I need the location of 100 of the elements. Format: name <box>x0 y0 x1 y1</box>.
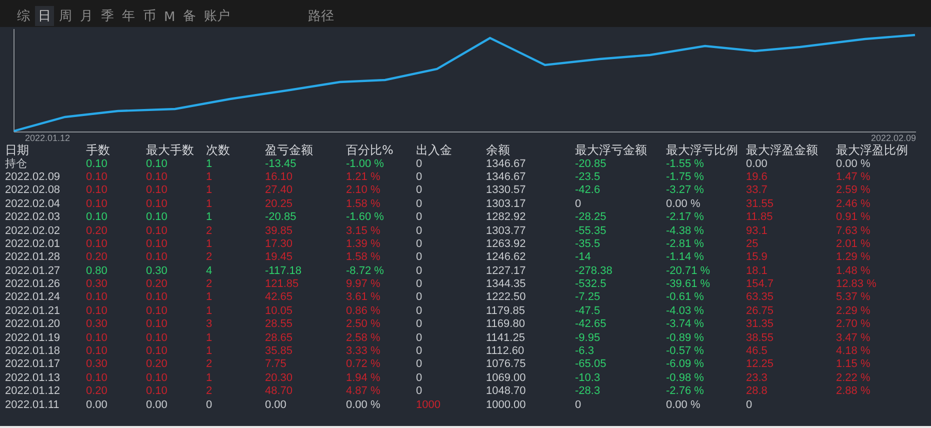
table-cell-text: -42.65 <box>575 318 608 332</box>
table-cell-text: 0 <box>416 211 424 224</box>
table-cell-text: 1330.57 <box>486 184 527 198</box>
table-cell-text: 0.10 <box>146 291 168 304</box>
table-cell-text: 15.9 <box>746 251 768 264</box>
table-cell-text: 17.30 <box>265 238 294 251</box>
table-cell-text: 1.29 % <box>836 251 872 264</box>
table-cell-text: 0.10 <box>86 238 108 251</box>
table-cell-text: 3.33 % <box>346 345 382 358</box>
table-cell-text: -20.85 <box>575 158 608 171</box>
table-cell-text: 0 <box>416 345 424 358</box>
table-cell-text: 1112.60 <box>486 345 526 358</box>
table-cell-text: 1 <box>206 158 214 171</box>
table-cell-text: 0 <box>416 291 424 304</box>
table-cell-text: 0.20 <box>86 251 108 264</box>
table-cell-text: -42.6 <box>575 184 602 198</box>
table-cell-text: 38.55 <box>746 332 775 345</box>
table-cell-text: -0.89 % <box>666 332 705 345</box>
table-cell-text: 1 <box>206 291 214 304</box>
table-cell-text: 1 <box>206 332 214 345</box>
table-cell-text: -117.18 <box>265 264 302 278</box>
table-cell-text: 2022.01.28 <box>5 251 62 264</box>
axis-label: 2022.02.09 <box>870 133 916 143</box>
table-cell-text: 39.85 <box>265 224 294 238</box>
table-cell-text: 2022.02.03 <box>5 211 62 224</box>
column-header: 最大浮亏金额 <box>575 144 648 158</box>
table-cell-text: -55.35 <box>575 224 608 238</box>
table-cell-text: 1344.35 <box>486 278 527 292</box>
period-tab[interactable]: 账户 <box>201 6 234 26</box>
table-cell-text: 7.75 <box>265 358 288 372</box>
period-tab[interactable]: 备 <box>180 6 200 26</box>
column-header: 最大浮盈金额 <box>746 144 819 158</box>
table-cell-text: 2022.01.13 <box>5 372 62 385</box>
table-cell-text: 1141.25 <box>486 332 526 345</box>
table-cell-text: 2022.01.11 <box>5 398 60 412</box>
table-cell-text: 0.10 <box>86 345 108 358</box>
table-cell-text: 25 <box>746 238 760 251</box>
table-cell-text: 1346.67 <box>486 170 527 184</box>
table-cell-text: -0.61 % <box>666 291 705 304</box>
table-cell-text: 1 <box>206 238 214 251</box>
table-cell-text: 2 <box>206 224 214 238</box>
table-cell-text: -8.72 % <box>346 264 385 278</box>
table-cell-text: 2.22 % <box>836 372 872 385</box>
table-cell-text: 10.05 <box>265 304 294 318</box>
table-cell-text: 0.10 <box>146 224 168 238</box>
table-cell-text: 0 <box>416 278 424 292</box>
table-cell-text: 1.15 % <box>836 358 872 372</box>
table-cell-text: 2.46 % <box>836 198 872 211</box>
table-cell-text: 1 <box>206 211 214 224</box>
table-cell-text: 1076.75 <box>486 358 527 372</box>
table-cell-text: 2022.01.17 <box>5 358 62 372</box>
table-cell-text: 0.00 <box>265 398 288 412</box>
table-cell-text: 0.20 <box>86 385 108 398</box>
table-cell-text: 35.85 <box>265 345 294 358</box>
table-cell-text: 2022.01.26 <box>5 278 62 292</box>
table-cell-text: 1000.00 <box>486 398 527 412</box>
path-tab[interactable]: 路径 <box>305 6 338 26</box>
table-cell-text: 7.63 % <box>836 224 872 238</box>
table-cell-text: -1.14 % <box>666 251 705 264</box>
table-cell-text: 0.10 <box>86 304 108 318</box>
table-cell-text: 1 <box>206 345 214 358</box>
table-cell-text: 0.72 % <box>346 358 382 372</box>
period-tab[interactable]: 周 <box>56 6 75 26</box>
table-cell-text: 0.10 <box>146 158 168 171</box>
table-cell-text: -28.3 <box>575 385 602 398</box>
table-cell-text: 2.50 % <box>346 318 382 332</box>
table-cell-text: 1 <box>206 184 214 198</box>
table-cell-text: 1 <box>206 198 214 211</box>
table-cell-text: -1.00 % <box>346 158 385 171</box>
period-tab[interactable]: 综 <box>14 6 33 26</box>
table-cell-text: 1.39 % <box>346 238 382 251</box>
table-cell-text: 0 <box>416 372 424 385</box>
period-tab[interactable]: 币 <box>140 6 159 26</box>
column-header: 最大手数 <box>146 144 195 158</box>
table-cell-text: 46.5 <box>746 345 768 358</box>
table-cell-text: 0.30 <box>86 358 108 372</box>
axis-label: 2022.01.12 <box>25 133 70 143</box>
table-cell-text: 1.21 % <box>346 170 382 184</box>
table-cell-text: 0.20 <box>146 278 168 292</box>
table-cell-text: 1246.62 <box>486 251 527 264</box>
table-cell-text: 0.00 % <box>346 398 382 412</box>
table-cell-text: 26.75 <box>746 304 775 318</box>
period-tab[interactable]: M <box>161 9 178 26</box>
table-cell-text: 0.10 <box>86 291 108 304</box>
table-cell-text: 0.10 <box>146 198 168 211</box>
table-cell-text: -2.81 % <box>666 238 705 251</box>
table-cell-text: 0 <box>416 332 424 345</box>
period-tab[interactable]: 年 <box>119 6 138 26</box>
period-tab[interactable]: 季 <box>98 6 117 26</box>
table-cell-text: 2022.01.20 <box>5 318 62 332</box>
table-cell-text: 0.00 <box>146 398 168 412</box>
period-tab[interactable]: 月 <box>77 6 96 26</box>
table-cell-text: 0.10 <box>146 211 168 224</box>
period-tab[interactable]: 日 <box>35 6 54 26</box>
table-cell-text: -1.75 % <box>666 170 705 184</box>
table-cell-text: 3 <box>206 318 214 332</box>
column-header: 日期 <box>5 144 30 158</box>
table-cell-text: -4.03 % <box>666 304 705 318</box>
table-cell-text: 2022.02.09 <box>5 170 62 184</box>
table-cell-text: 2.58 % <box>346 332 382 345</box>
